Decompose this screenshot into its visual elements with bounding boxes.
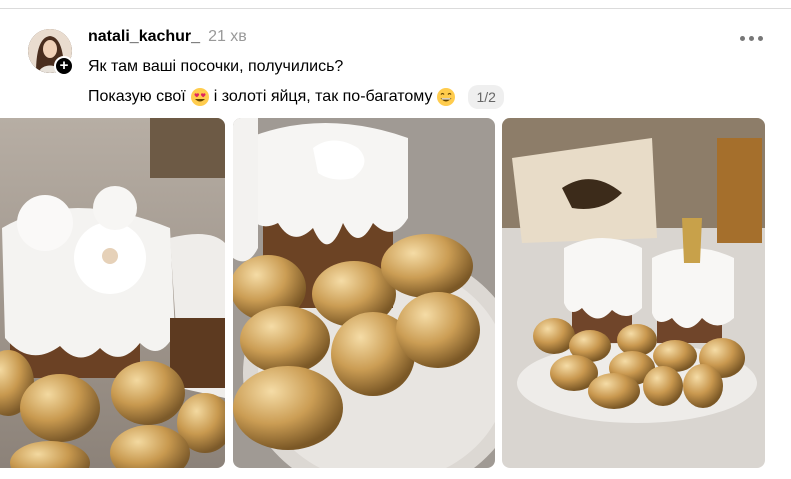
dot: [758, 36, 763, 41]
more-options-icon[interactable]: [740, 36, 763, 41]
grinning-emoji-icon: [437, 88, 456, 106]
follow-plus-icon[interactable]: +: [54, 56, 74, 76]
username-link[interactable]: natali_kachur_: [88, 28, 200, 46]
heart-eyes-emoji-icon: [190, 88, 209, 106]
dot: [749, 36, 754, 41]
dot: [740, 36, 745, 41]
post-text-line-2: Показую свої і золоті яйця, так по-багат…: [88, 85, 504, 109]
avatar[interactable]: +: [28, 29, 74, 76]
post-photo-2[interactable]: [233, 118, 495, 468]
post-header: natali_kachur_ 21 хв: [88, 28, 247, 46]
post-time[interactable]: 21 хв: [208, 28, 247, 46]
top-divider: [0, 8, 791, 9]
post-text-part-a: Показую свої: [88, 88, 186, 105]
image-counter-badge: 1/2: [468, 85, 504, 109]
post-text-part-b: і золоті яйця, так по-багатому: [213, 88, 433, 105]
post-photo-3[interactable]: [502, 118, 765, 468]
post-text-line-1: Як там ваші посочки, получились?: [88, 58, 344, 75]
post-photo-1[interactable]: [0, 118, 225, 468]
